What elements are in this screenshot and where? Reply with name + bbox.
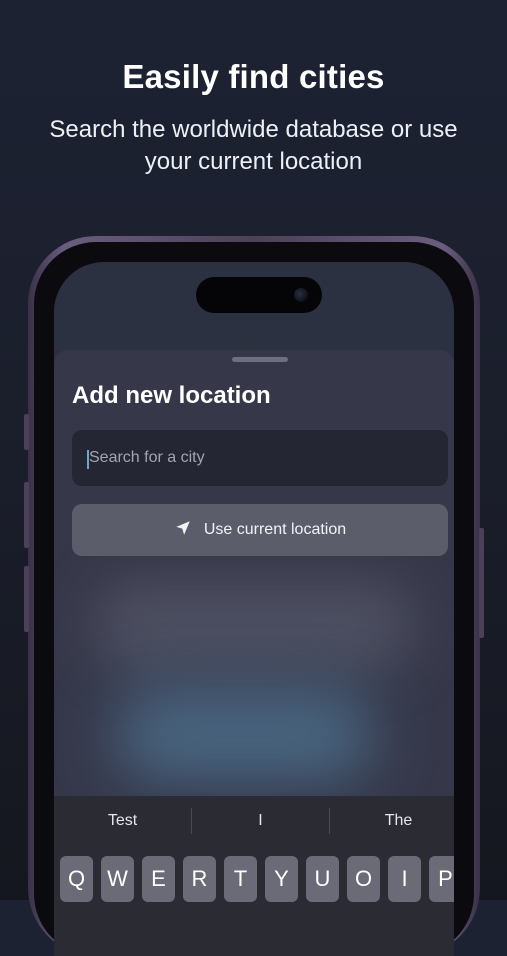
sheet-title: Add new location bbox=[72, 382, 271, 409]
city-search-input[interactable]: Search for a city bbox=[72, 430, 448, 486]
suggestion-item[interactable]: The bbox=[330, 812, 454, 830]
key-w[interactable]: W bbox=[101, 856, 134, 902]
key-u[interactable]: U bbox=[306, 856, 339, 902]
phone-volume-up-button bbox=[24, 482, 29, 548]
blurred-background bbox=[94, 580, 414, 670]
phone-volume-down-button bbox=[24, 566, 29, 632]
phone-screen: Add new location Search for a city Use c… bbox=[54, 262, 454, 956]
key-q[interactable]: Q bbox=[60, 856, 93, 902]
keyboard-suggestion-bar: Test I The bbox=[54, 796, 454, 844]
phone-frame: Add new location Search for a city Use c… bbox=[24, 236, 484, 956]
key-y[interactable]: Y bbox=[265, 856, 298, 902]
suggestion-item[interactable]: I bbox=[192, 812, 329, 830]
suggestion-item[interactable]: Test bbox=[54, 812, 191, 830]
key-i[interactable]: I bbox=[388, 856, 421, 902]
use-current-location-button[interactable]: Use current location bbox=[72, 504, 448, 556]
add-location-sheet: Add new location Search for a city Use c… bbox=[54, 350, 454, 956]
key-t[interactable]: T bbox=[224, 856, 257, 902]
promo-subline: Search the worldwide database or use you… bbox=[49, 116, 458, 175]
promo-headline: Easily find cities bbox=[122, 58, 385, 95]
key-r[interactable]: R bbox=[183, 856, 216, 902]
sheet-grabber[interactable] bbox=[232, 357, 288, 362]
dynamic-island bbox=[196, 277, 322, 313]
phone-power-button bbox=[479, 528, 484, 638]
search-placeholder: Search for a city bbox=[89, 449, 205, 466]
phone-bezel: Add new location Search for a city Use c… bbox=[34, 242, 474, 956]
key-o[interactable]: O bbox=[347, 856, 380, 902]
blurred-background-glow bbox=[114, 690, 374, 780]
use-current-location-label: Use current location bbox=[203, 521, 347, 538]
key-e[interactable]: E bbox=[142, 856, 175, 902]
location-arrow-icon bbox=[174, 519, 192, 542]
phone-mute-switch bbox=[24, 414, 29, 450]
front-camera-icon bbox=[294, 288, 308, 302]
key-p[interactable]: P bbox=[429, 856, 454, 902]
keyboard: Test I The Q W E R T Y U O I P bbox=[54, 796, 454, 956]
